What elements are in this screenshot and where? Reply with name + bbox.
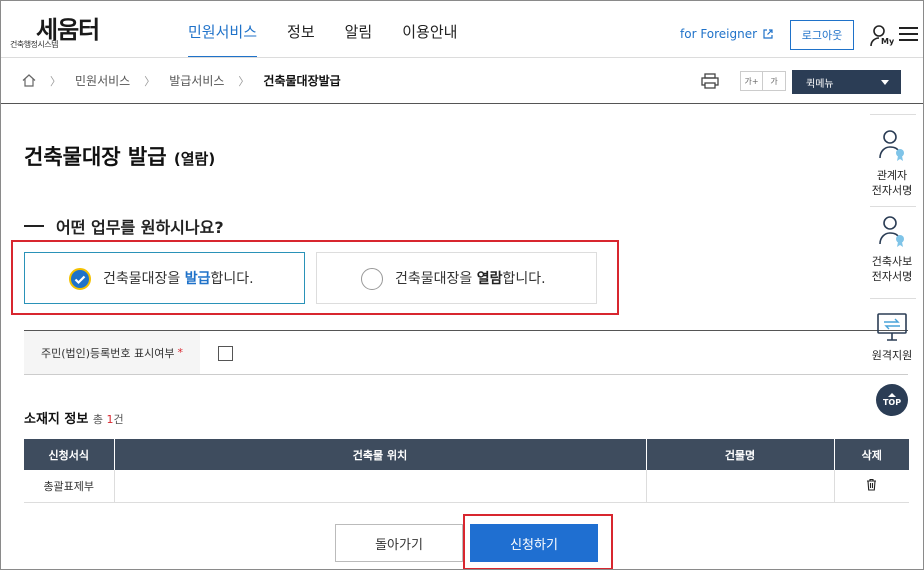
- col-location: 건축물 위치: [114, 439, 647, 470]
- side-inspector-line1: 건축사보: [871, 255, 913, 268]
- certified-user-icon: [879, 130, 904, 161]
- cell-form: 총괄표제부: [24, 470, 115, 503]
- main-nav: 민원서비스 정보 알림 이용안내: [188, 22, 457, 58]
- chevron-right-icon: 〉: [50, 74, 61, 88]
- resident-number-checkbox[interactable]: [218, 346, 233, 361]
- external-link-icon: [763, 29, 773, 39]
- breadcrumb-issue-service[interactable]: 발급서비스: [169, 72, 224, 89]
- nav-item-civil-service[interactable]: 민원서비스: [188, 22, 258, 58]
- col-delete: 삭제: [834, 439, 909, 470]
- side-stakeholder-line2: 전자서명: [871, 184, 913, 197]
- location-table: 신청서식 건축물 위치 건물명 삭제 총괄표제부: [24, 439, 909, 503]
- hamburger-menu-icon[interactable]: [899, 26, 918, 42]
- location-info-title: 소재지 정보 총 1건: [24, 412, 124, 427]
- font-decrease-button[interactable]: 가: [763, 71, 786, 91]
- breadcrumb-civil-service[interactable]: 민원서비스: [75, 72, 130, 89]
- highlight-box-apply: [463, 514, 613, 570]
- scroll-top-button[interactable]: TOP: [876, 384, 908, 416]
- form-divider-bottom: [24, 374, 908, 375]
- section-question-text: 어떤 업무를 원하시나요?: [56, 218, 224, 237]
- scroll-top-label: TOP: [882, 398, 902, 407]
- font-increase-button[interactable]: 가+: [740, 71, 763, 91]
- site-logo[interactable]: 세움터 건축행정시스템: [10, 16, 134, 50]
- breadcrumb-current: 건축물대장발급: [263, 74, 341, 88]
- certified-user-icon: [879, 216, 904, 247]
- table-row: 총괄표제부: [24, 470, 909, 503]
- side-inspector-line2: 전자서명: [871, 270, 913, 283]
- section-question: 어떤 업무를 원하시나요?: [24, 214, 224, 238]
- side-divider: [870, 206, 916, 207]
- nav-item-guide[interactable]: 이용안내: [402, 22, 457, 56]
- side-stakeholder-line1: 관계자: [876, 169, 908, 182]
- header-divider: [1, 57, 923, 58]
- page-title: 건축물대장 발급 (열람): [24, 141, 215, 171]
- side-divider: [870, 114, 916, 115]
- col-form: 신청서식: [24, 439, 115, 470]
- side-remote-label: 원격지원: [871, 349, 913, 362]
- for-foreigner-label: for Foreigner: [680, 27, 758, 41]
- breadcrumb-divider: [1, 103, 923, 104]
- nav-item-info[interactable]: 정보: [287, 22, 315, 56]
- my-page-button[interactable]: My: [870, 24, 895, 48]
- side-remote-support[interactable]: 원격지원: [862, 312, 922, 363]
- section-dash: [24, 225, 44, 227]
- back-button[interactable]: 돌아가기: [335, 524, 463, 562]
- page-title-text: 건축물대장 발급: [24, 145, 167, 169]
- logo-subtitle: 건축행정시스템: [10, 40, 59, 49]
- nav-item-notice[interactable]: 알림: [345, 22, 373, 56]
- font-size-controls: 가+ 가: [740, 71, 786, 91]
- chevron-right-icon: 〉: [144, 74, 156, 88]
- cell-building: [646, 470, 835, 503]
- print-icon[interactable]: [701, 73, 719, 89]
- side-divider: [870, 298, 916, 299]
- logout-button[interactable]: 로그아웃: [790, 20, 854, 50]
- side-stakeholder-signature[interactable]: 관계자 전자서명: [862, 128, 922, 198]
- for-foreigner-link[interactable]: for Foreigner: [680, 27, 773, 41]
- home-icon[interactable]: [22, 74, 36, 87]
- monitor-remote-icon: [877, 313, 907, 341]
- resident-number-label: 주민(법인)등록번호 표시여부 *: [24, 331, 200, 374]
- arrow-up-icon: [888, 393, 896, 397]
- highlight-box-options: [11, 240, 619, 315]
- col-building: 건물명: [646, 439, 835, 470]
- trash-icon[interactable]: [866, 478, 877, 491]
- breadcrumb: 〉 민원서비스 〉 발급서비스 〉 건축물대장발급: [22, 72, 341, 89]
- side-inspector-signature[interactable]: 건축사보 전자서명: [862, 214, 922, 284]
- my-label: My: [881, 37, 895, 46]
- cell-location: [114, 470, 647, 503]
- quick-menu-label: 퀵메뉴: [806, 78, 834, 90]
- chevron-right-icon: 〉: [238, 74, 250, 88]
- quick-menu-select[interactable]: 퀵메뉴: [792, 70, 901, 94]
- page-title-sub: (열람): [173, 150, 216, 168]
- caret-down-icon: [881, 79, 889, 85]
- cell-delete: [834, 470, 909, 503]
